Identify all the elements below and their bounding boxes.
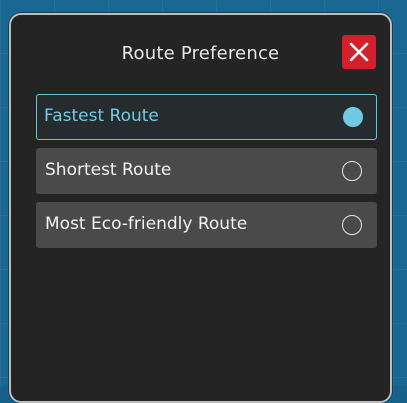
close-icon	[349, 42, 369, 62]
dialog-title: Route Preference	[121, 43, 280, 64]
option-fastest-route[interactable]: Fastest Route	[36, 94, 377, 140]
route-preference-dialog: Route Preference Fastest Route Shortest …	[9, 13, 392, 403]
option-label: Fastest Route	[44, 106, 159, 126]
option-label: Most Eco-friendly Route	[45, 214, 248, 234]
radio-unselected-icon[interactable]	[342, 161, 362, 181]
option-eco-friendly-route[interactable]: Most Eco-friendly Route	[36, 202, 377, 248]
radio-selected-icon[interactable]	[343, 107, 363, 127]
option-shortest-route[interactable]: Shortest Route	[36, 148, 377, 194]
radio-unselected-icon[interactable]	[342, 215, 362, 235]
option-label: Shortest Route	[45, 160, 172, 180]
close-button[interactable]	[342, 35, 376, 69]
